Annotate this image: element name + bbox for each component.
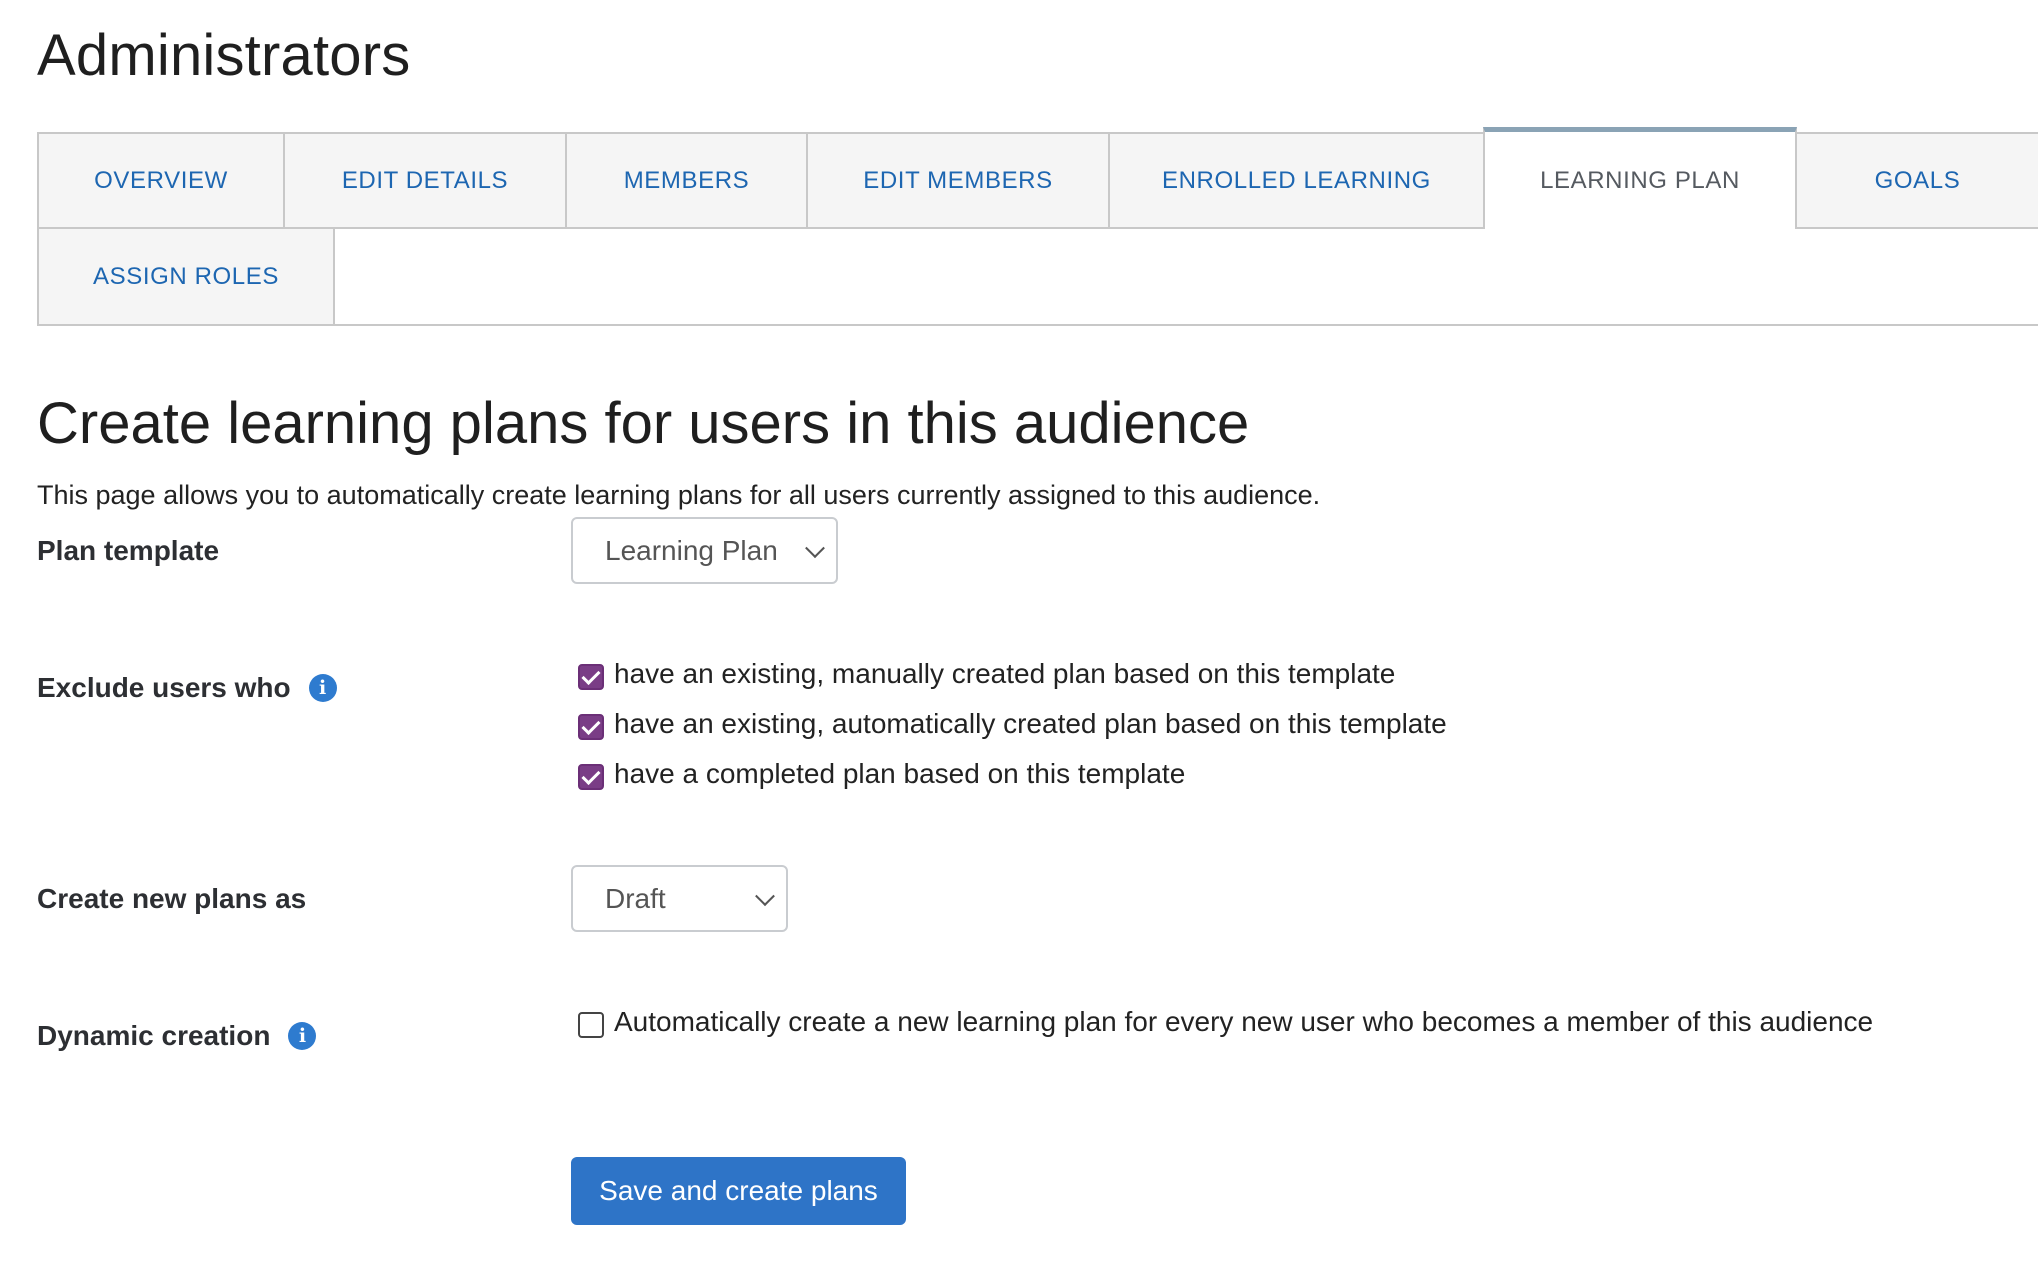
exclude-users-label: Exclude users who i	[37, 672, 337, 704]
dynamic-creation-label-text: Dynamic creation	[37, 1020, 271, 1051]
tab-edit-members[interactable]: EDIT MEMBERS	[806, 132, 1110, 229]
tab-assign-roles[interactable]: ASSIGN ROLES	[37, 227, 335, 326]
tab-goals[interactable]: GOALS	[1795, 132, 2038, 229]
chevron-down-icon	[805, 537, 825, 558]
exclude-option-manual[interactable]: have an existing, manually created plan …	[578, 658, 1395, 690]
tab-learning-plan[interactable]: LEARNING PLAN	[1483, 127, 1797, 229]
create-as-select[interactable]: Draft	[571, 865, 788, 932]
plan-template-selected-value: Learning Plan	[605, 534, 778, 566]
info-icon[interactable]: i	[308, 674, 337, 702]
tab-bar-divider	[37, 324, 2038, 326]
checkmark-icon	[581, 765, 601, 785]
create-as-selected-value: Draft	[605, 882, 666, 914]
plan-template-label-text: Plan template	[37, 535, 220, 566]
exclude-option-completed-label: have a completed plan based on this temp…	[614, 758, 1186, 789]
checkbox-dynamic-creation[interactable]	[578, 1012, 604, 1038]
tab-overview[interactable]: OVERVIEW	[37, 132, 285, 229]
section-heading: Create learning plans for users in this …	[37, 391, 1250, 456]
checkbox-exclude-manual[interactable]	[578, 664, 604, 690]
exclude-option-automatic-label: have an existing, automatically created …	[614, 708, 1447, 739]
checkmark-icon	[581, 715, 601, 735]
dynamic-creation-label: Dynamic creation i	[37, 1020, 317, 1052]
exclude-option-completed[interactable]: have a completed plan based on this temp…	[578, 758, 1185, 790]
create-as-label-text: Create new plans as	[37, 883, 307, 914]
tab-edit-details[interactable]: EDIT DETAILS	[283, 132, 567, 229]
tab-members[interactable]: MEMBERS	[565, 132, 808, 229]
plan-template-label: Plan template	[37, 535, 219, 567]
dynamic-creation-option[interactable]: Automatically create a new learning plan…	[578, 1006, 1873, 1038]
exclude-option-automatic[interactable]: have an existing, automatically created …	[578, 708, 1447, 740]
dynamic-creation-option-label: Automatically create a new learning plan…	[614, 1006, 1874, 1037]
exclude-option-manual-label: have an existing, manually created plan …	[614, 658, 1396, 689]
page-title: Administrators	[37, 23, 411, 88]
page-description: This page allows you to automatically cr…	[37, 480, 1321, 510]
checkmark-icon	[581, 665, 601, 685]
info-icon[interactable]: i	[288, 1022, 317, 1050]
tab-enrolled-learning[interactable]: ENROLLED LEARNING	[1108, 132, 1485, 229]
checkbox-exclude-automatic[interactable]	[578, 714, 604, 740]
save-and-create-plans-button[interactable]: Save and create plans	[571, 1157, 906, 1225]
checkbox-exclude-completed[interactable]	[578, 764, 604, 790]
create-as-label: Create new plans as	[37, 883, 306, 915]
chevron-down-icon	[755, 885, 775, 906]
exclude-users-label-text: Exclude users who	[37, 672, 291, 703]
plan-template-select[interactable]: Learning Plan	[571, 517, 838, 584]
